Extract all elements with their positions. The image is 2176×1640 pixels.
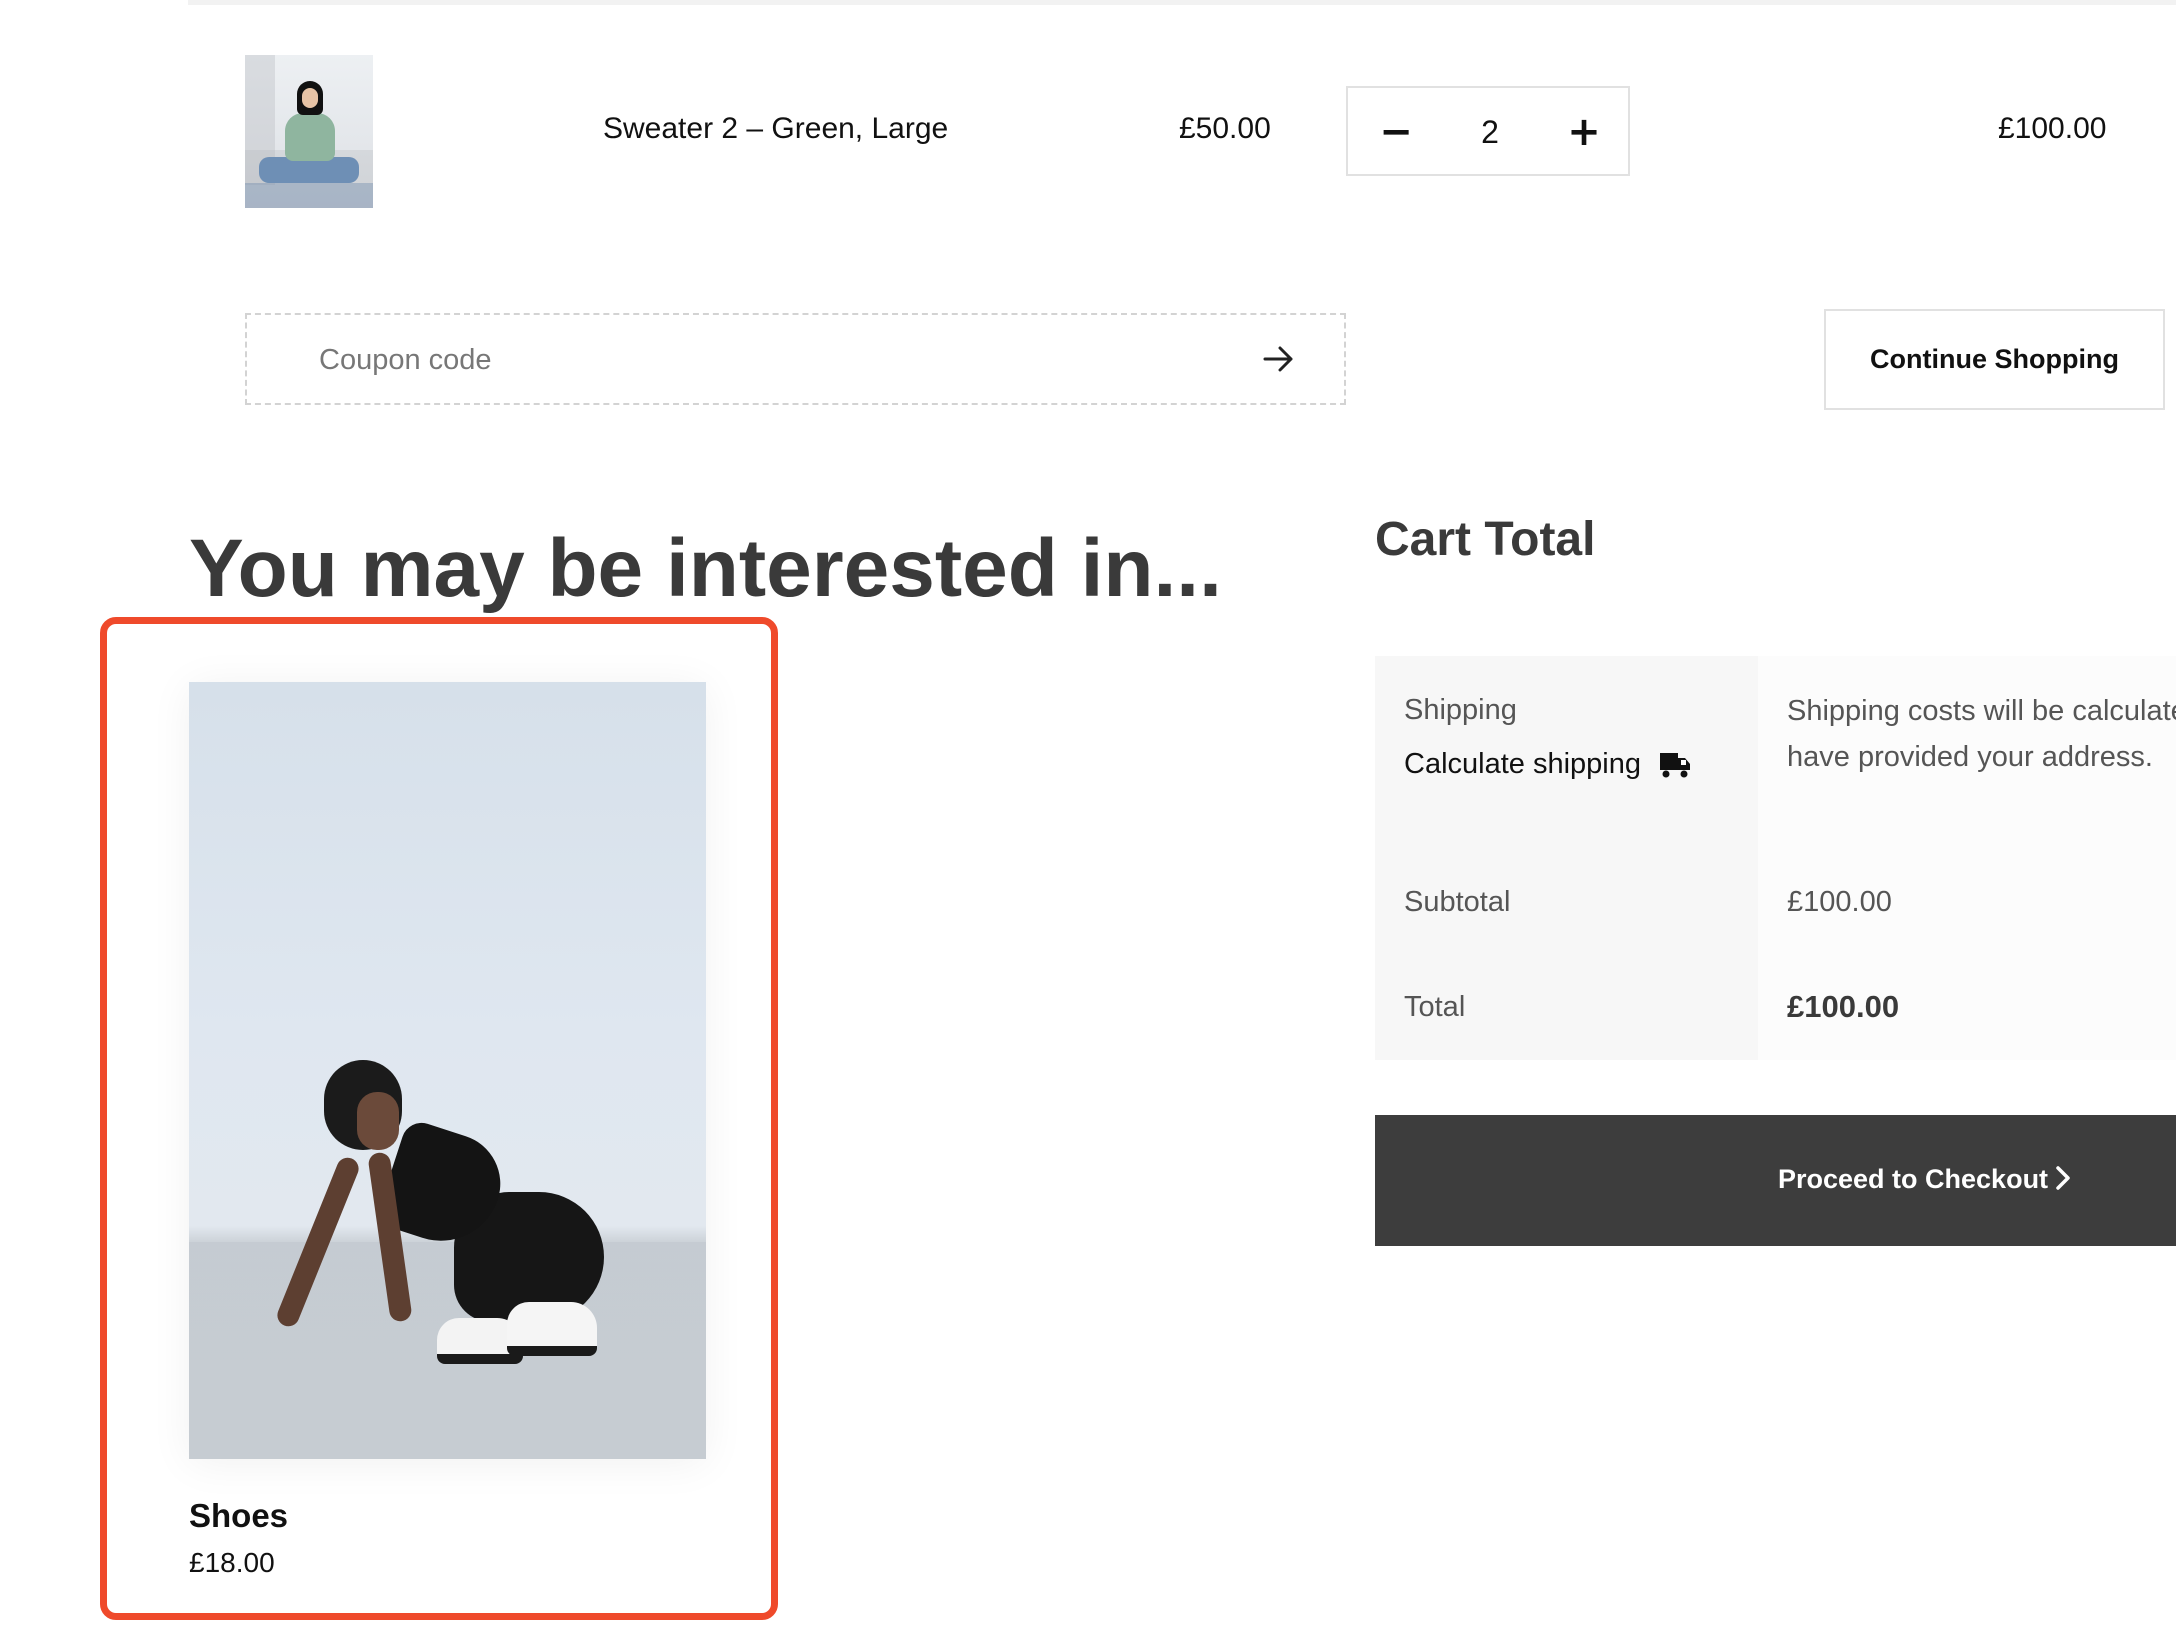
truck-icon[interactable] bbox=[1658, 748, 1692, 782]
product-name[interactable]: Shoes bbox=[189, 1497, 288, 1535]
total-value: £100.00 bbox=[1787, 989, 1900, 1024]
quantity-input[interactable] bbox=[1448, 108, 1532, 156]
product-price: £18.00 bbox=[189, 1547, 275, 1578]
cart-item-price: £50.00 bbox=[1179, 112, 1271, 145]
thumbnail-sweater bbox=[285, 113, 335, 161]
product-thumbnail[interactable] bbox=[245, 55, 373, 208]
product-image[interactable] bbox=[189, 682, 706, 1459]
subtotal-label: Subtotal bbox=[1404, 886, 1511, 918]
arrow-right-icon bbox=[1263, 346, 1293, 372]
coupon-form bbox=[245, 313, 1346, 405]
cart-item-subtotal: £100.00 bbox=[1998, 112, 2107, 145]
total-label: Total bbox=[1404, 991, 1466, 1023]
quantity-increase-button[interactable]: + bbox=[1554, 102, 1614, 162]
coupon-submit-button[interactable] bbox=[1257, 337, 1301, 381]
checkout-label: Proceed to Checkout bbox=[1778, 1164, 2049, 1194]
quantity-stepper: − + bbox=[1346, 86, 1630, 176]
cart-totals-table: Shipping Calculate shipping Subtotal Tot… bbox=[1375, 656, 2176, 1060]
product-card[interactable]: Shoes £18.00 bbox=[189, 682, 706, 1578]
cart-total-heading: Cart Total bbox=[1375, 513, 1596, 566]
top-divider bbox=[188, 0, 2176, 5]
subtotal-value: £100.00 bbox=[1787, 886, 1892, 918]
image-shoe bbox=[507, 1302, 597, 1356]
cart-item-name[interactable]: Sweater 2 – Green, Large bbox=[603, 112, 948, 146]
totals-label-column: Shipping Calculate shipping Subtotal Tot… bbox=[1375, 656, 1758, 1060]
calculate-shipping-link[interactable]: Calculate shipping bbox=[1404, 748, 1641, 781]
totals-value-column: Shipping costs will be calculated once y… bbox=[1758, 656, 2176, 1060]
chevron-right-icon bbox=[2056, 1166, 2070, 1190]
continue-shopping-button[interactable]: Continue Shopping bbox=[1824, 309, 2165, 410]
image-figure-face bbox=[357, 1092, 399, 1150]
quantity-decrease-button[interactable]: − bbox=[1366, 102, 1426, 162]
thumbnail-floor bbox=[245, 183, 373, 208]
proceed-to-checkout-button[interactable]: Proceed to Checkout bbox=[1375, 1115, 2176, 1246]
shipping-note: Shipping costs will be calculated once y… bbox=[1787, 695, 2176, 773]
recommendations-heading: You may be interested in... bbox=[189, 523, 1222, 614]
shipping-label: Shipping bbox=[1404, 694, 1517, 726]
coupon-code-input[interactable] bbox=[317, 335, 1161, 385]
thumbnail-face bbox=[302, 88, 318, 108]
